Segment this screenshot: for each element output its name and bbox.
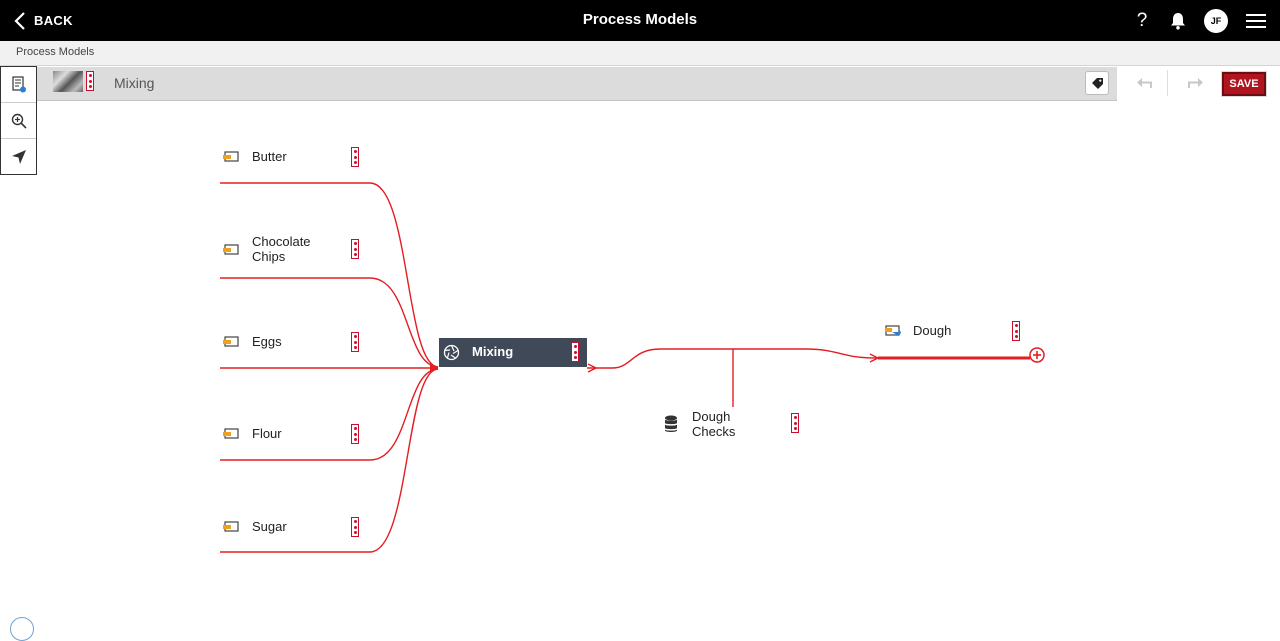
material-input-icon: [222, 149, 240, 163]
process-menu-mixing[interactable]: [571, 342, 579, 362]
process-graph-connectors: [0, 0, 1280, 623]
input-label-eggs[interactable]: Eggs: [252, 334, 282, 349]
output-label-dough[interactable]: Dough: [913, 323, 951, 338]
material-input-icon: [222, 242, 240, 256]
database-icon: [664, 415, 678, 433]
add-output-icon[interactable]: [1030, 348, 1044, 362]
material-input-icon: [222, 519, 240, 533]
aperture-process-icon: [443, 344, 460, 361]
input-label-butter[interactable]: Butter: [252, 149, 287, 164]
input-menu-eggs[interactable]: [351, 332, 359, 352]
material-output-icon: [884, 323, 902, 337]
help-bubble-icon[interactable]: [10, 617, 34, 641]
output-menu-dough[interactable]: [1012, 321, 1020, 341]
input-connector-chocolate-chips: [220, 278, 438, 367]
material-input-icon: [222, 334, 240, 348]
input-connector-flour: [220, 369, 438, 460]
input-menu-sugar[interactable]: [351, 517, 359, 537]
process-node-mixing[interactable]: Mixing: [439, 338, 587, 367]
input-label-flour[interactable]: Flour: [252, 426, 282, 441]
check-label-dough-checks[interactable]: Dough Checks: [692, 409, 742, 439]
input-menu-chocolate-chips[interactable]: [351, 239, 359, 259]
process-output-connector: [587, 349, 876, 368]
process-label-mixing: Mixing: [472, 344, 513, 359]
input-arrowhead: [430, 363, 438, 373]
material-input-icon: [222, 426, 240, 440]
input-menu-flour[interactable]: [351, 424, 359, 444]
input-label-sugar[interactable]: Sugar: [252, 519, 287, 534]
input-label-chocolate-chips[interactable]: Chocolate Chips: [252, 234, 324, 264]
input-menu-butter[interactable]: [351, 147, 359, 167]
check-menu-dough-checks[interactable]: [791, 413, 799, 433]
